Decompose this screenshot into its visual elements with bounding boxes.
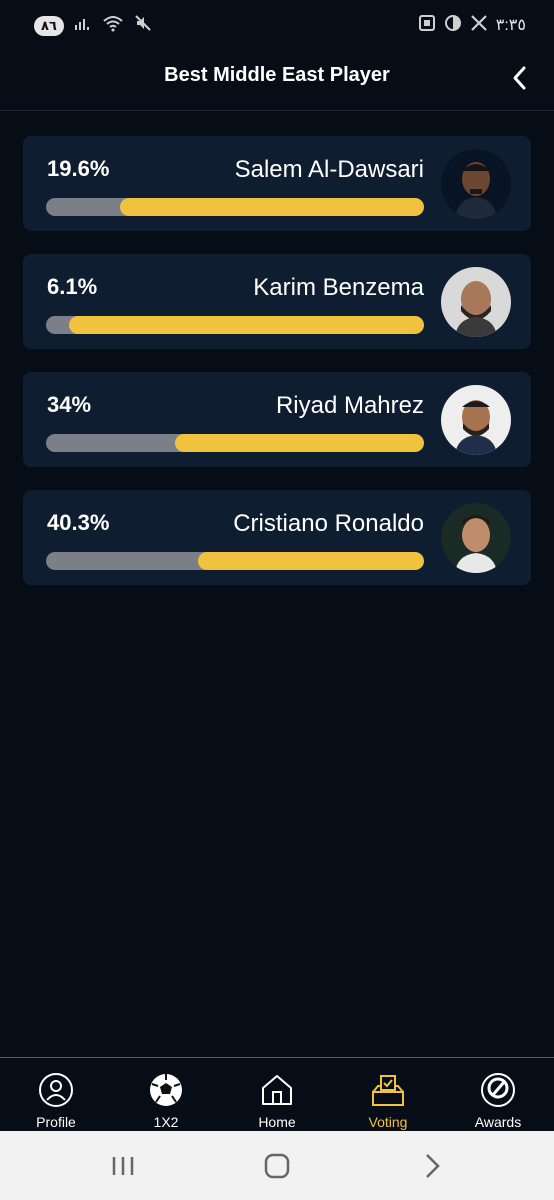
profile-icon [39, 1073, 73, 1107]
nav-home[interactable]: Home [222, 1058, 332, 1132]
page-title: Best Middle East Player [164, 64, 390, 86]
player-card[interactable]: 40.3% Cristiano Ronaldo [23, 490, 531, 585]
awards-icon [481, 1073, 515, 1107]
vote-progress-bar [46, 316, 424, 334]
player-card[interactable]: 6.1% Karim Benzema [23, 254, 531, 349]
wifi-icon [102, 14, 124, 37]
soccer-ball-icon [150, 1074, 182, 1106]
screenshot-icon [418, 14, 436, 37]
vote-progress-fill [198, 552, 424, 570]
nav-label: Profile [36, 1114, 76, 1130]
recent-apps-icon [112, 1157, 134, 1175]
nav-label: Awards [474, 1114, 522, 1130]
vote-progress-bar [46, 552, 424, 570]
player-card[interactable]: 19.6% Salem Al-Dawsari [23, 136, 531, 231]
status-bar: ٨٦ ٣:٣٥ [0, 0, 554, 52]
vote-progress-fill [174, 434, 424, 452]
vote-percentage: 40.3% [47, 510, 110, 535]
nav-profile[interactable]: Profile [1, 1058, 111, 1132]
player-card[interactable]: 34% Riyad Mahrez [23, 372, 531, 467]
mute-icon [134, 14, 152, 37]
player-avatar [441, 385, 511, 455]
player-avatar [441, 149, 511, 219]
nav-awards[interactable]: Awards [443, 1058, 553, 1132]
back-button[interactable] [508, 64, 532, 92]
nav-label: Home [258, 1114, 296, 1130]
system-navigation-bar [0, 1131, 554, 1200]
vote-percentage: 6.1% [47, 274, 98, 299]
nav-label: 1X2 [153, 1114, 179, 1130]
ballot-box-icon [372, 1075, 404, 1106]
nav-1x2[interactable]: 1X2 [111, 1058, 221, 1132]
vote-percentage: 34% [47, 392, 92, 417]
back-system-button[interactable] [418, 1151, 448, 1181]
vote-progress-fill [69, 316, 424, 334]
dark-mode-icon [444, 14, 462, 37]
nav-voting[interactable]: Voting [333, 1058, 443, 1132]
vote-progress-bar [46, 434, 424, 452]
home-square-icon [264, 1153, 290, 1179]
chevron-right-icon [426, 1154, 440, 1178]
notification-count-badge: ٨٦ [34, 15, 64, 36]
recent-apps-button[interactable] [108, 1151, 138, 1181]
player-name: Cristiano Ronaldo [233, 510, 424, 537]
nav-label: Voting [368, 1114, 408, 1130]
home-icon [262, 1075, 292, 1105]
chevron-left-icon [513, 66, 526, 90]
player-name: Riyad Mahrez [275, 392, 424, 419]
home-system-button[interactable] [262, 1151, 292, 1181]
clock: ٣:٣٥ [495, 16, 526, 34]
bottom-navigation: Profile 1X2 Home Voting Awards [0, 1057, 554, 1132]
signal-icon [74, 15, 92, 36]
vote-percentage: 19.6% [47, 156, 110, 181]
vote-progress-fill [120, 198, 424, 216]
player-avatar [441, 503, 511, 573]
x-app-icon [470, 14, 488, 37]
player-name: Karim Benzema [253, 274, 424, 301]
player-avatar [441, 267, 511, 337]
player-name: Salem Al-Dawsari [234, 156, 424, 183]
header: Best Middle East Player [0, 52, 554, 111]
status-left: ٨٦ [34, 14, 152, 37]
status-right: ٣:٣٥ [418, 14, 526, 37]
vote-progress-bar [46, 198, 424, 216]
